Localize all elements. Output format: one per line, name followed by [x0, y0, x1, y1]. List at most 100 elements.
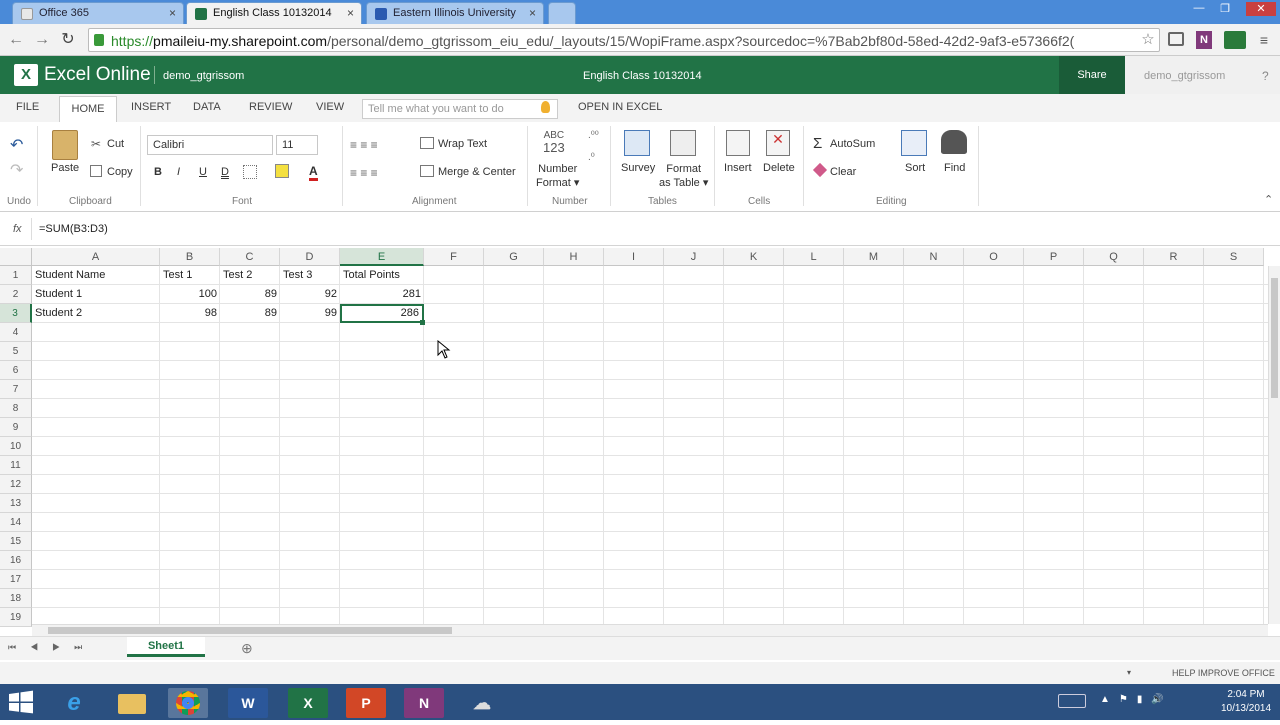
delete-button[interactable]: Delete: [763, 162, 795, 174]
cell-c3[interactable]: 89: [220, 304, 280, 323]
cell-b3[interactable]: 98: [160, 304, 220, 323]
clock[interactable]: 2:04 PM 10/13/2014: [1220, 688, 1272, 716]
row-header-2[interactable]: 2: [0, 285, 32, 304]
column-header-k[interactable]: K: [724, 248, 784, 266]
cell-a3[interactable]: Student 2: [32, 304, 160, 323]
row-header-15[interactable]: 15: [0, 532, 32, 551]
copy-icon[interactable]: [90, 165, 102, 177]
onenote-icon[interactable]: N: [404, 688, 444, 718]
column-header-o[interactable]: O: [964, 248, 1024, 266]
account-user[interactable]: demo_gtgrissom: [1125, 56, 1280, 94]
align-left-icon[interactable]: ≡ ≡ ≡: [350, 166, 378, 180]
row-header-5[interactable]: 5: [0, 342, 32, 361]
lync-icon[interactable]: ☁: [462, 688, 502, 718]
vertical-scroll-thumb[interactable]: [1271, 278, 1278, 398]
italic-button[interactable]: I: [177, 166, 180, 178]
sheet-tab-sheet1[interactable]: Sheet1: [127, 637, 205, 657]
column-header-d[interactable]: D: [280, 248, 340, 266]
powerpoint-icon[interactable]: P: [346, 688, 386, 718]
cell-e2[interactable]: 281: [340, 285, 424, 304]
vertical-scrollbar[interactable]: [1268, 266, 1280, 624]
double-underline-button[interactable]: D: [221, 166, 229, 178]
row-header-8[interactable]: 8: [0, 399, 32, 418]
file-explorer-icon[interactable]: [112, 688, 152, 718]
row-header-4[interactable]: 4: [0, 323, 32, 342]
column-header-s[interactable]: S: [1204, 248, 1264, 266]
excel-taskbar-icon[interactable]: X: [288, 688, 328, 718]
tab-data[interactable]: DATA: [193, 101, 221, 113]
column-header-q[interactable]: Q: [1084, 248, 1144, 266]
tell-me-input[interactable]: Tell me what you want to do: [362, 99, 558, 119]
column-header-c[interactable]: C: [220, 248, 280, 266]
row-header-3[interactable]: 3: [0, 304, 32, 323]
tab-file[interactable]: FILE: [16, 101, 39, 113]
back-icon[interactable]: ←: [6, 30, 26, 50]
tab-english-class[interactable]: English Class 10132014 ×: [186, 2, 362, 24]
row-header-16[interactable]: 16: [0, 551, 32, 570]
column-header-b[interactable]: B: [160, 248, 220, 266]
redo-icon[interactable]: ↷: [10, 160, 23, 180]
cell-d3[interactable]: 99: [280, 304, 340, 323]
font-size-select[interactable]: 11: [276, 135, 318, 155]
onedrive-user-link[interactable]: demo_gtgrissom: [163, 70, 244, 82]
cell-e1[interactable]: Total Points: [340, 266, 424, 285]
formula-input[interactable]: =SUM(B3:D3): [39, 223, 108, 235]
autosum-button[interactable]: AutoSum: [830, 138, 875, 150]
menu-icon[interactable]: ≡: [1254, 30, 1274, 50]
share-button[interactable]: Share: [1059, 56, 1125, 94]
row-header-9[interactable]: 9: [0, 418, 32, 437]
maximize-icon[interactable]: ❐: [1214, 2, 1236, 16]
tab-insert[interactable]: INSERT: [131, 101, 171, 113]
tab-home[interactable]: HOME: [59, 96, 117, 122]
column-header-m[interactable]: M: [844, 248, 904, 266]
star-icon[interactable]: ☆: [1138, 30, 1158, 50]
new-tab-button[interactable]: [548, 2, 576, 24]
column-header-j[interactable]: J: [664, 248, 724, 266]
open-in-excel-link[interactable]: OPEN IN EXCEL: [578, 101, 662, 113]
paste-button[interactable]: Paste: [51, 162, 79, 174]
row-header-1[interactable]: 1: [0, 266, 32, 285]
decrease-decimal-icon[interactable]: .⁰: [588, 152, 595, 163]
cell-e3-selected[interactable]: 286: [340, 304, 424, 323]
onenote-extension-icon[interactable]: N: [1196, 31, 1212, 49]
bold-button[interactable]: B: [154, 166, 162, 178]
extension-icon[interactable]: [1224, 31, 1246, 49]
column-header-i[interactable]: I: [604, 248, 664, 266]
font-color-button[interactable]: A: [309, 164, 318, 181]
column-header-f[interactable]: F: [424, 248, 484, 266]
close-icon[interactable]: ×: [169, 6, 176, 20]
row-header-11[interactable]: 11: [0, 456, 32, 475]
column-header-p[interactable]: P: [1024, 248, 1084, 266]
row-header-12[interactable]: 12: [0, 475, 32, 494]
sort-button[interactable]: Sort: [905, 162, 925, 174]
chrome-icon[interactable]: [168, 688, 208, 718]
borders-icon[interactable]: [243, 165, 257, 179]
underline-button[interactable]: U: [199, 166, 207, 178]
column-header-g[interactable]: G: [484, 248, 544, 266]
column-header-r[interactable]: R: [1144, 248, 1204, 266]
document-title[interactable]: English Class 10132014: [583, 70, 702, 82]
paste-icon[interactable]: [52, 130, 78, 160]
find-button[interactable]: Find: [944, 162, 965, 174]
horizontal-scroll-thumb[interactable]: [48, 627, 452, 634]
fx-icon[interactable]: fx: [13, 223, 22, 235]
survey-button[interactable]: Survey: [621, 162, 655, 174]
horizontal-scrollbar[interactable]: [32, 624, 1268, 636]
row-header-18[interactable]: 18: [0, 589, 32, 608]
tab-eiu[interactable]: Eastern Illinois University ×: [366, 2, 544, 24]
column-header-l[interactable]: L: [784, 248, 844, 266]
column-header-n[interactable]: N: [904, 248, 964, 266]
cell-c1[interactable]: Test 2: [220, 266, 280, 285]
windows-start-icon[interactable]: [8, 690, 34, 714]
url-input[interactable]: https://pmaileiu-my.sharepoint.com/perso…: [88, 28, 1160, 52]
help-icon[interactable]: ?: [1262, 69, 1269, 83]
cut-button[interactable]: Cut: [107, 138, 124, 150]
system-tray-icons[interactable]: ▲⚑▮🔊: [1100, 694, 1173, 705]
add-sheet-icon[interactable]: ⊕: [241, 640, 253, 657]
tab-review[interactable]: REVIEW: [249, 101, 292, 113]
cell-a1[interactable]: Student Name: [32, 266, 160, 285]
close-icon[interactable]: ×: [529, 6, 536, 20]
row-header-13[interactable]: 13: [0, 494, 32, 513]
row-header-6[interactable]: 6: [0, 361, 32, 380]
tab-view[interactable]: VIEW: [316, 101, 344, 113]
